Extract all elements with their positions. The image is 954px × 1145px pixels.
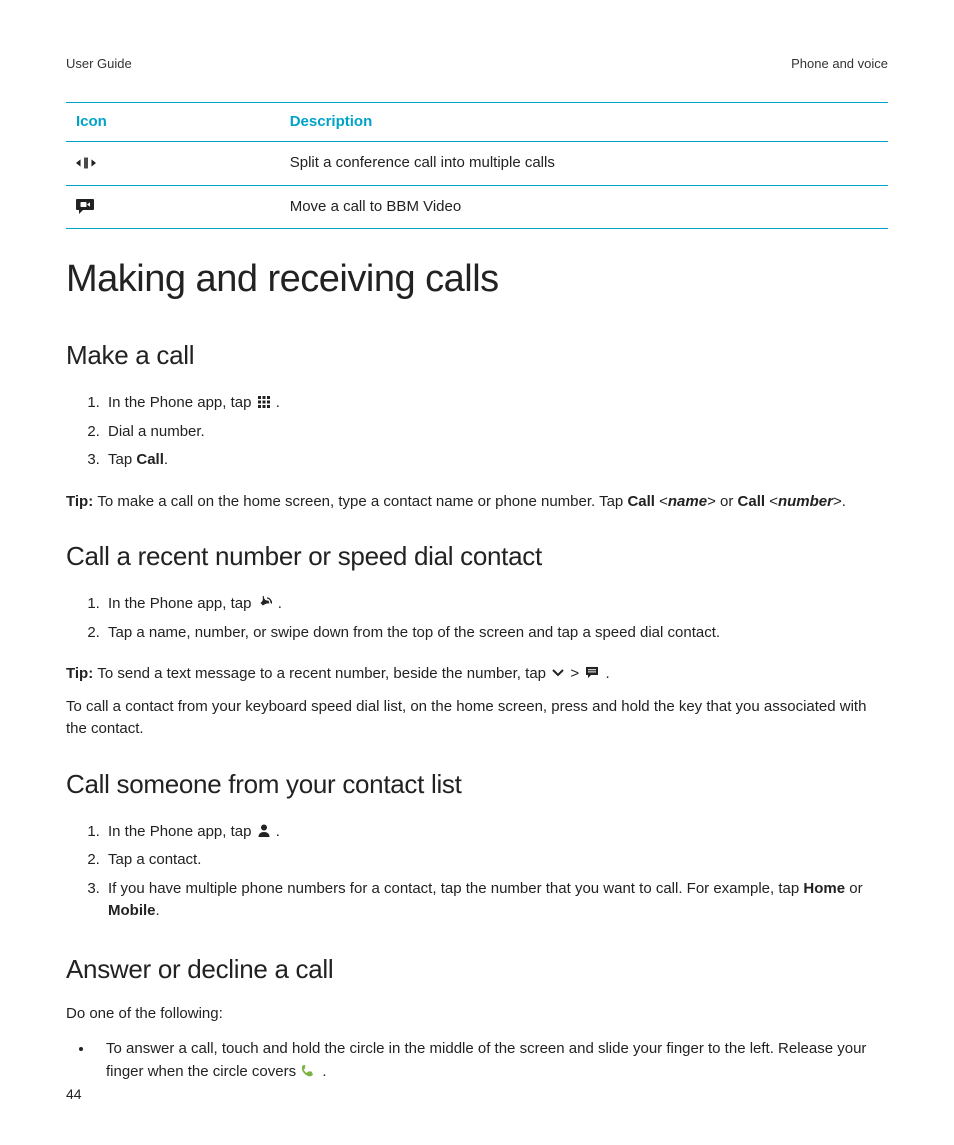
body-paragraph: Do one of the following:	[66, 1003, 888, 1026]
header-left: User Guide	[66, 54, 132, 74]
chevron-down-icon	[552, 669, 564, 677]
table-row: Move a call to BBM Video	[66, 185, 888, 229]
body-paragraph: To call a contact from your keyboard spe…	[66, 696, 888, 741]
section-heading: Call someone from your contact list	[66, 765, 888, 804]
section-heading: Call a recent number or speed dial conta…	[66, 537, 888, 576]
list-item: In the Phone app, tap .	[104, 389, 888, 418]
message-icon	[585, 666, 599, 680]
dialpad-icon	[258, 396, 270, 408]
list-item: Tap a name, number, or swipe down from t…	[104, 619, 888, 648]
page-title: Making and receiving calls	[66, 251, 888, 308]
list-item: Tap Call.	[104, 446, 888, 475]
list-item: In the Phone app, tap .	[104, 590, 888, 619]
section-heading: Answer or decline a call	[66, 950, 888, 989]
list-item: In the Phone app, tap .	[104, 818, 888, 847]
page-number: 44	[66, 1084, 82, 1105]
bullet-list: To answer a call, touch and hold the cir…	[66, 1035, 888, 1086]
th-description: Description	[280, 102, 888, 142]
steps-list: In the Phone app, tap . Tap a name, numb…	[66, 590, 888, 647]
contact-icon	[258, 824, 270, 837]
split-icon	[76, 154, 96, 172]
th-icon: Icon	[66, 102, 280, 142]
page-header: User Guide Phone and voice	[66, 54, 888, 74]
phone-answer-icon	[302, 1064, 316, 1078]
list-item: If you have multiple phone numbers for a…	[104, 875, 888, 926]
recents-icon	[258, 596, 272, 610]
header-right: Phone and voice	[791, 54, 888, 74]
row-desc: Move a call to BBM Video	[280, 185, 888, 229]
icon-description-table: Icon Description Split a confere	[66, 102, 888, 230]
steps-list: In the Phone app, tap . Dial a number. T…	[66, 389, 888, 475]
video-chat-icon	[76, 198, 96, 216]
list-item: Tap a contact.	[104, 846, 888, 875]
steps-list: In the Phone app, tap . Tap a contact. I…	[66, 818, 888, 926]
tip-paragraph: Tip: To make a call on the home screen, …	[66, 491, 888, 514]
list-item: To answer a call, touch and hold the cir…	[94, 1035, 888, 1086]
list-item: Dial a number.	[104, 418, 888, 447]
section-heading: Make a call	[66, 336, 888, 375]
row-desc: Split a conference call into multiple ca…	[280, 142, 888, 186]
table-row: Split a conference call into multiple ca…	[66, 142, 888, 186]
tip-paragraph: Tip: To send a text message to a recent …	[66, 663, 888, 686]
